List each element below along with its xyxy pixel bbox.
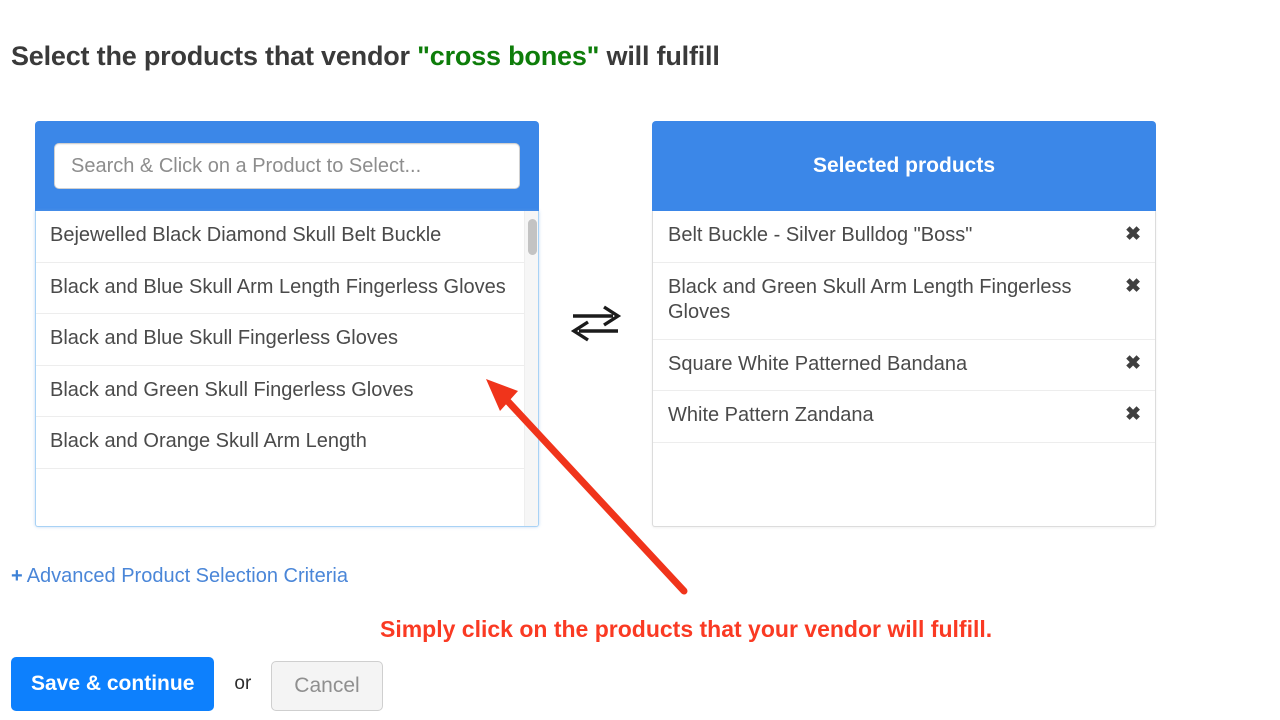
remove-icon[interactable]: ✖ xyxy=(1125,275,1141,300)
annotation-text: Simply click on the products that your v… xyxy=(380,616,993,642)
advanced-product-selection-criteria-link[interactable]: + Advanced Product Selection Criteria xyxy=(11,565,348,588)
list-item[interactable]: Black and Green Skull Fingerless Gloves xyxy=(36,365,524,418)
list-item[interactable]: White Pattern Zandana ✖ xyxy=(653,391,1155,443)
vendor-name: "cross bones" xyxy=(417,41,600,71)
exchange-arrows-icon xyxy=(566,298,626,348)
list-item[interactable]: Black and Orange Skull Arm Length xyxy=(36,417,524,469)
selected-products-list: Belt Buckle - Silver Bulldog "Boss" ✖ Bl… xyxy=(652,211,1156,527)
remove-icon[interactable]: ✖ xyxy=(1125,223,1141,248)
page-title-prefix: Select the products that vendor xyxy=(11,41,418,71)
plus-icon: + xyxy=(11,565,23,587)
list-item[interactable]: Bejewelled Black Diamond Skull Belt Buck… xyxy=(36,211,524,263)
product-list: Bejewelled Black Diamond Skull Belt Buck… xyxy=(36,211,524,526)
search-input[interactable] xyxy=(54,143,520,189)
product-selection-page: Select the products that vendor "cross b… xyxy=(0,0,1280,720)
selected-item-label: Black and Green Skull Arm Length Fingerl… xyxy=(668,275,1072,324)
list-item[interactable]: Belt Buckle - Silver Bulldog "Boss" ✖ xyxy=(653,211,1155,263)
selected-products-header: Selected products xyxy=(652,121,1156,211)
page-title-suffix: will fulfill xyxy=(599,41,720,71)
list-item[interactable]: Black and Blue Skull Arm Length Fingerle… xyxy=(36,262,524,315)
search-header xyxy=(35,121,539,211)
list-item[interactable]: Black and Green Skull Arm Length Fingerl… xyxy=(653,263,1155,340)
list-item[interactable]: Square White Patterned Bandana ✖ xyxy=(653,340,1155,392)
remove-icon[interactable]: ✖ xyxy=(1125,403,1141,428)
advanced-link-label: Advanced Product Selection Criteria xyxy=(26,565,348,587)
remove-icon[interactable]: ✖ xyxy=(1125,352,1141,377)
or-label: or xyxy=(234,673,252,694)
footer-actions: Save & continue or Cancel xyxy=(11,657,383,711)
list-item[interactable]: Black and Blue Skull Fingerless Gloves xyxy=(36,314,524,366)
red-arrow-icon xyxy=(486,379,688,595)
selected-products-panel: Selected products Belt Buckle - Silver B… xyxy=(652,121,1156,527)
scrollbar-thumb[interactable] xyxy=(528,219,537,255)
selected-item-label: Belt Buckle - Silver Bulldog "Boss" xyxy=(668,224,973,246)
page-title: Select the products that vendor "cross b… xyxy=(11,41,720,72)
save-and-continue-button[interactable]: Save & continue xyxy=(11,657,215,711)
cancel-button[interactable]: Cancel xyxy=(271,661,383,711)
